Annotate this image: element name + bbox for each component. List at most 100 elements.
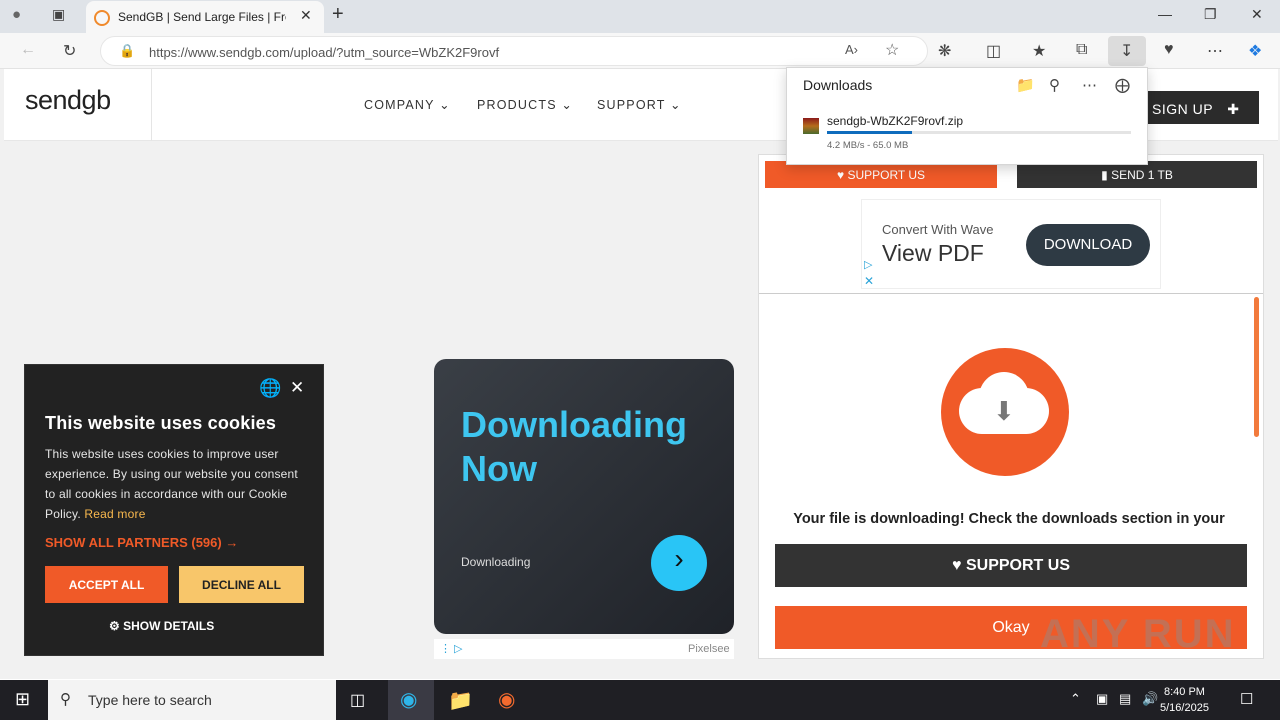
download-progress-bar xyxy=(827,131,1131,134)
panel-divider xyxy=(759,293,1263,294)
downloads-title: Downloads xyxy=(803,77,873,93)
favorites-icon[interactable]: ★ xyxy=(1032,41,1046,61)
ad2-subtitle: Downloading xyxy=(461,555,531,569)
search-icon: ⚲ xyxy=(60,691,71,708)
download-panel: ♥ SUPPORT US ▮ SEND 1 TB Convert With Wa… xyxy=(758,154,1264,659)
sendgb-favicon-icon xyxy=(94,10,110,26)
adchoices-icon[interactable]: ▷ xyxy=(454,642,462,655)
extensions-icon[interactable]: ❋ xyxy=(938,41,951,61)
edge-icon: ◉ xyxy=(400,689,418,711)
search-placeholder: Type here to search xyxy=(88,692,212,708)
cookie-banner: 🌐 ✕ This website uses cookies This websi… xyxy=(24,364,324,656)
address-bar[interactable]: 🔒 https://www.sendgb.com/upload/?utm_sou… xyxy=(100,36,928,66)
task-view-icon[interactable]: ◫ xyxy=(350,690,365,710)
download-message: Your file is downloading! Check the down… xyxy=(793,511,1225,527)
tab-actions-icon[interactable]: ▣ xyxy=(52,6,65,23)
lock-icon[interactable]: 🔒 xyxy=(119,43,135,59)
tray-chevron-icon[interactable]: ⌃ xyxy=(1070,691,1081,707)
volume-icon[interactable]: 🔊 xyxy=(1142,691,1158,707)
support-us-button[interactable]: ♥ SUPPORT US xyxy=(775,544,1247,587)
file-explorer-icon[interactable]: 📁 xyxy=(448,688,473,713)
collections-icon[interactable]: ⧉ xyxy=(1076,41,1087,59)
logo-divider xyxy=(151,69,152,141)
ad-close-icon[interactable]: ✕ xyxy=(864,274,874,288)
read-aloud-icon[interactable]: A› xyxy=(845,42,858,57)
ad-line1: Convert With Wave xyxy=(882,222,994,237)
url-text[interactable]: https://www.sendgb.com/upload/?utm_sourc… xyxy=(149,45,499,60)
ad2-title-line2: Now xyxy=(461,448,537,489)
clock[interactable]: 8:40 PM 5/16/2025 xyxy=(1160,684,1209,716)
zip-file-icon xyxy=(803,118,819,134)
taskbar: ⊞ ⚲ Type here to search ◫ ◉ 📁 ◉ ⌃ ▣ ▤ 🔊 … xyxy=(0,680,1280,720)
cloud-download-icon: ⬇ xyxy=(941,348,1069,476)
nav-support[interactable]: SUPPORT ⌄ xyxy=(597,97,682,112)
ad-download-button[interactable]: DOWNLOAD xyxy=(1026,224,1150,266)
nav-products-label: PRODUCTS xyxy=(477,98,557,112)
tray-device-icon[interactable]: ▣ xyxy=(1096,691,1108,707)
accept-all-button[interactable]: ACCEPT ALL xyxy=(45,566,168,603)
more-menu-icon[interactable]: ⋯ xyxy=(1207,41,1223,61)
downloads-button[interactable]: ↧ xyxy=(1108,36,1146,66)
close-cookie-icon[interactable]: ✕ xyxy=(290,378,304,398)
taskbar-search[interactable]: ⚲ Type here to search xyxy=(48,680,336,720)
show-details-button[interactable]: ⚙ SHOW DETAILS xyxy=(109,619,214,633)
ad2-footer: ⋮ ▷ Pixelsee xyxy=(434,639,734,659)
downloads-flyout: Downloads 📁 ⚲ ⋯ ⨁ sendgb-WbZK2F9rovf.zip… xyxy=(786,67,1148,165)
restore-icon[interactable]: ❐ xyxy=(1204,6,1217,23)
logo-text: sendgb xyxy=(25,85,111,115)
refresh-icon[interactable]: ↻ xyxy=(63,41,76,61)
notifications-icon[interactable]: ☐ xyxy=(1240,690,1253,708)
ad2-title-line1: Downloading xyxy=(461,404,687,445)
more-options-icon[interactable]: ⋯ xyxy=(1082,76,1097,94)
signup-label: SIGN UP xyxy=(1152,101,1213,117)
read-more-link[interactable]: Read more xyxy=(84,507,145,521)
ad2-title: Downloading Now xyxy=(461,403,687,491)
heart-icon: ♥ xyxy=(836,168,845,182)
nav-company[interactable]: COMPANY ⌄ xyxy=(364,97,451,112)
nav-products[interactable]: PRODUCTS ⌄ xyxy=(477,97,573,112)
back-icon[interactable]: ← xyxy=(20,41,36,59)
globe-icon[interactable]: 🌐 xyxy=(259,378,281,399)
cookie-title: This website uses cookies xyxy=(45,413,277,433)
network-icon[interactable]: ▤ xyxy=(1119,691,1131,707)
profile-icon[interactable]: ● xyxy=(12,6,21,23)
tab-sendgb[interactable]: SendGB | Send Large Files | Free f ✕ xyxy=(86,1,324,33)
close-tab-icon[interactable]: ✕ xyxy=(300,7,312,24)
open-folder-icon[interactable]: 📁 xyxy=(1016,76,1035,94)
pin-icon[interactable]: ⨁ xyxy=(1115,76,1130,94)
download-filename[interactable]: sendgb-WbZK2F9rovf.zip xyxy=(827,114,963,128)
send-1tb-button[interactable]: ▮ SEND 1 TB xyxy=(1017,161,1257,188)
adchoices-icon[interactable]: ▷ xyxy=(864,258,872,271)
firefox-icon[interactable]: ◉ xyxy=(498,687,515,712)
nav-company-label: COMPANY xyxy=(364,98,435,112)
new-tab-icon[interactable]: + xyxy=(332,3,344,26)
taskbar-edge[interactable]: ◉ xyxy=(388,680,434,720)
close-window-icon[interactable]: ✕ xyxy=(1251,6,1263,23)
support-us-top-button[interactable]: ♥ SUPPORT US xyxy=(765,161,997,188)
search-downloads-icon[interactable]: ⚲ xyxy=(1049,76,1060,94)
support-us-top-label: SUPPORT US xyxy=(847,168,926,182)
watermark: ANY RUN xyxy=(1040,612,1236,656)
decline-all-button[interactable]: DECLINE ALL xyxy=(179,566,304,603)
gear-icon: ⚙ xyxy=(109,619,120,633)
signup-button[interactable]: SIGN UP ✚ xyxy=(1146,91,1259,124)
favorite-star-icon[interactable]: ☆ xyxy=(885,40,899,60)
send-1tb-label: SEND 1 TB xyxy=(1111,168,1173,182)
show-partners-link[interactable]: SHOW ALL PARTNERS (596) → xyxy=(45,535,238,550)
download-icon: ↧ xyxy=(1120,43,1134,60)
browser-essentials-icon[interactable]: ♥ xyxy=(1164,41,1174,59)
copilot-icon[interactable]: ❖ xyxy=(1248,41,1262,61)
windows-start-icon[interactable]: ⊞ xyxy=(15,689,30,710)
download-progress-fill xyxy=(827,131,913,134)
pdf-ad-banner[interactable]: Convert With Wave View PDF DOWNLOAD ▷ ✕ xyxy=(861,199,1161,289)
show-details-label: SHOW DETAILS xyxy=(123,619,215,633)
sendgb-logo[interactable]: sendgb xyxy=(25,85,111,116)
cookie-body-text: This website uses cookies to improve use… xyxy=(45,447,298,521)
minimize-icon[interactable]: — xyxy=(1158,6,1172,22)
ad-menu-icon[interactable]: ⋮ xyxy=(440,642,451,655)
panel-scrollbar[interactable] xyxy=(1254,297,1259,437)
chevron-right-icon[interactable]: › xyxy=(651,535,707,591)
downloading-ad[interactable]: Downloading Now Downloading › xyxy=(434,359,734,634)
split-screen-icon[interactable]: ◫ xyxy=(986,41,1001,61)
nav-support-label: SUPPORT xyxy=(597,98,666,112)
